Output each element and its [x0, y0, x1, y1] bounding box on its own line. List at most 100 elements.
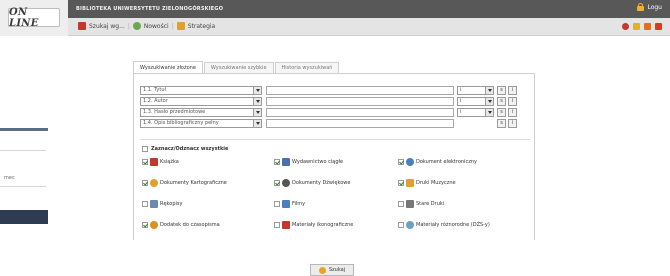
search-term-input[interactable] [266, 86, 454, 95]
search-row: 1.2. Autor i s i [140, 96, 530, 107]
operator-select[interactable]: i [457, 86, 494, 95]
chevron-down-icon [485, 87, 493, 94]
doc-type-checkbox[interactable] [274, 180, 280, 186]
field-select[interactable]: 1.4. Opis bibliograficzny pełny [140, 119, 262, 128]
audio-icon [282, 179, 290, 187]
doc-type-label: Stare Druki [416, 201, 445, 207]
doc-type-checkbox[interactable] [398, 222, 404, 228]
nav-item-strategy[interactable]: Strategia [176, 22, 215, 30]
save-icon[interactable] [644, 23, 651, 30]
mixed-materials-icon [406, 221, 414, 229]
doc-type-old-prints[interactable]: Stare Druki [398, 200, 444, 208]
doc-type-checkbox[interactable] [142, 159, 148, 165]
close-icon[interactable] [655, 23, 662, 30]
book-icon [150, 158, 158, 166]
doc-type-label: Dokumenty Kartograficzne [160, 180, 227, 186]
edit-icon[interactable] [633, 23, 640, 30]
old-print-icon [406, 200, 414, 208]
logo-area: ON LINE [0, 0, 68, 36]
sidebar-dark-block [0, 210, 48, 224]
field-select[interactable]: 1.2. Autor [140, 97, 262, 106]
doc-type-checkbox[interactable] [142, 201, 148, 207]
doc-type-book[interactable]: Książka [142, 158, 179, 166]
doc-type-mixed[interactable]: Materiały różnorodne (DŻS-y) [398, 221, 490, 229]
doc-type-audio[interactable]: Dokumenty Dźwiękowe [274, 179, 350, 187]
electronic-doc-icon [406, 158, 414, 166]
doc-type-iconographic[interactable]: Materiały ikonograficzne [274, 221, 353, 229]
i-button[interactable]: i [508, 119, 517, 128]
i-button[interactable]: i [508, 97, 517, 106]
chevron-down-icon [485, 109, 493, 116]
doc-type-checkbox[interactable] [142, 180, 148, 186]
search-term-input[interactable] [266, 108, 454, 117]
s-button[interactable]: s [497, 108, 506, 117]
login-link[interactable]: Logu [637, 3, 662, 11]
doc-type-film[interactable]: Filmy [274, 200, 305, 208]
doc-type-manuscript[interactable]: Rękopisy [142, 200, 182, 208]
search-rows: 1.1. Tytuł i s i 1.2. Autor i s i 1.3. H… [140, 85, 530, 129]
search-row: 1.3. Hasło przedmiotowe i s i [140, 107, 530, 118]
doc-type-checkbox[interactable] [274, 159, 280, 165]
tab-quick-search[interactable]: Wyszukiwanie szybkie [203, 62, 274, 73]
operator-select[interactable]: i [457, 108, 494, 117]
search-row: 1.1. Tytuł i s i [140, 85, 530, 96]
iconographic-icon [282, 221, 290, 229]
nav-item-news[interactable]: Nowości [132, 22, 169, 30]
search-button-label: Szukaj [328, 267, 346, 273]
nav-item-label: Szukaj wg... [89, 22, 125, 30]
sidebar-divider [0, 186, 46, 187]
i-button[interactable]: i [508, 86, 517, 95]
doc-type-cartographic[interactable]: Dokumenty Kartograficzne [142, 179, 227, 187]
top-bar: BIBLIOTEKA UNIWERSYTETU ZIELONOGÓRSKIEGO… [68, 0, 670, 18]
chevron-down-icon [253, 120, 261, 127]
field-select-value: 1.4. Opis bibliograficzny pełny [143, 120, 219, 126]
chevron-down-icon [253, 87, 261, 94]
field-select-value: 1.2. Autor [143, 98, 168, 104]
search-term-input[interactable] [266, 97, 454, 106]
toggle-all[interactable]: Zaznacz/Odznacz wszystkie [142, 146, 228, 152]
doc-type-electronic[interactable]: Dokument elektroniczny [398, 158, 477, 166]
nav-item-search-by[interactable]: Szukaj wg... [78, 22, 125, 30]
operator-select[interactable]: i [457, 97, 494, 106]
nav-separator: | [171, 22, 174, 30]
search-term-input[interactable] [266, 119, 454, 128]
star-icon [132, 22, 141, 30]
doc-type-music[interactable]: Druki Muzyczne [398, 179, 456, 187]
chevron-down-icon [485, 98, 493, 105]
toggle-all-checkbox[interactable] [142, 146, 148, 152]
search-icon [318, 266, 326, 274]
basket-icon[interactable] [622, 23, 629, 30]
library-title: BIBLIOTEKA UNIWERSYTETU ZIELONOGÓRSKIEGO [76, 6, 224, 12]
doc-type-checkbox[interactable] [398, 180, 404, 186]
chevron-down-icon [253, 98, 261, 105]
tab-search-history[interactable]: Historia wyszukiwań [274, 62, 340, 73]
logo[interactable]: ON LINE [8, 6, 60, 29]
nav-item-label: Nowości [143, 22, 169, 30]
search-tabs: Wyszukiwanie złożone Wyszukiwanie szybki… [133, 61, 340, 73]
nav-separator: | [127, 22, 130, 30]
search-button[interactable]: Szukaj [310, 264, 354, 276]
doc-type-checkbox[interactable] [398, 159, 404, 165]
s-button[interactable]: s [497, 119, 506, 128]
field-select-value: 1.1. Tytuł [143, 87, 166, 93]
field-select[interactable]: 1.1. Tytuł [140, 86, 262, 95]
doc-type-checkbox[interactable] [274, 201, 280, 207]
tab-advanced-search[interactable]: Wyszukiwanie złożone [133, 61, 203, 73]
i-button[interactable]: i [508, 108, 517, 117]
film-icon [282, 200, 290, 208]
doc-type-checkbox[interactable] [142, 222, 148, 228]
doc-type-checkbox[interactable] [274, 222, 280, 228]
field-select[interactable]: 1.3. Hasło przedmiotowe [140, 108, 262, 117]
sidebar-text[interactable]: mec [4, 175, 15, 181]
doc-type-supplement[interactable]: Dodatek do czasopisma [142, 221, 220, 229]
s-button[interactable]: s [497, 86, 506, 95]
doc-type-label: Dokument elektroniczny [416, 159, 477, 165]
chevron-down-icon [253, 109, 261, 116]
strategy-icon [176, 22, 185, 30]
doc-type-label: Dodatek do czasopisma [160, 222, 220, 228]
sidebar-accent [0, 128, 48, 131]
doc-type-checkbox[interactable] [398, 201, 404, 207]
doc-type-periodical[interactable]: Wydawnictwo ciągłe [274, 158, 343, 166]
s-button[interactable]: s [497, 97, 506, 106]
logo-text: ON LINE [9, 6, 39, 29]
